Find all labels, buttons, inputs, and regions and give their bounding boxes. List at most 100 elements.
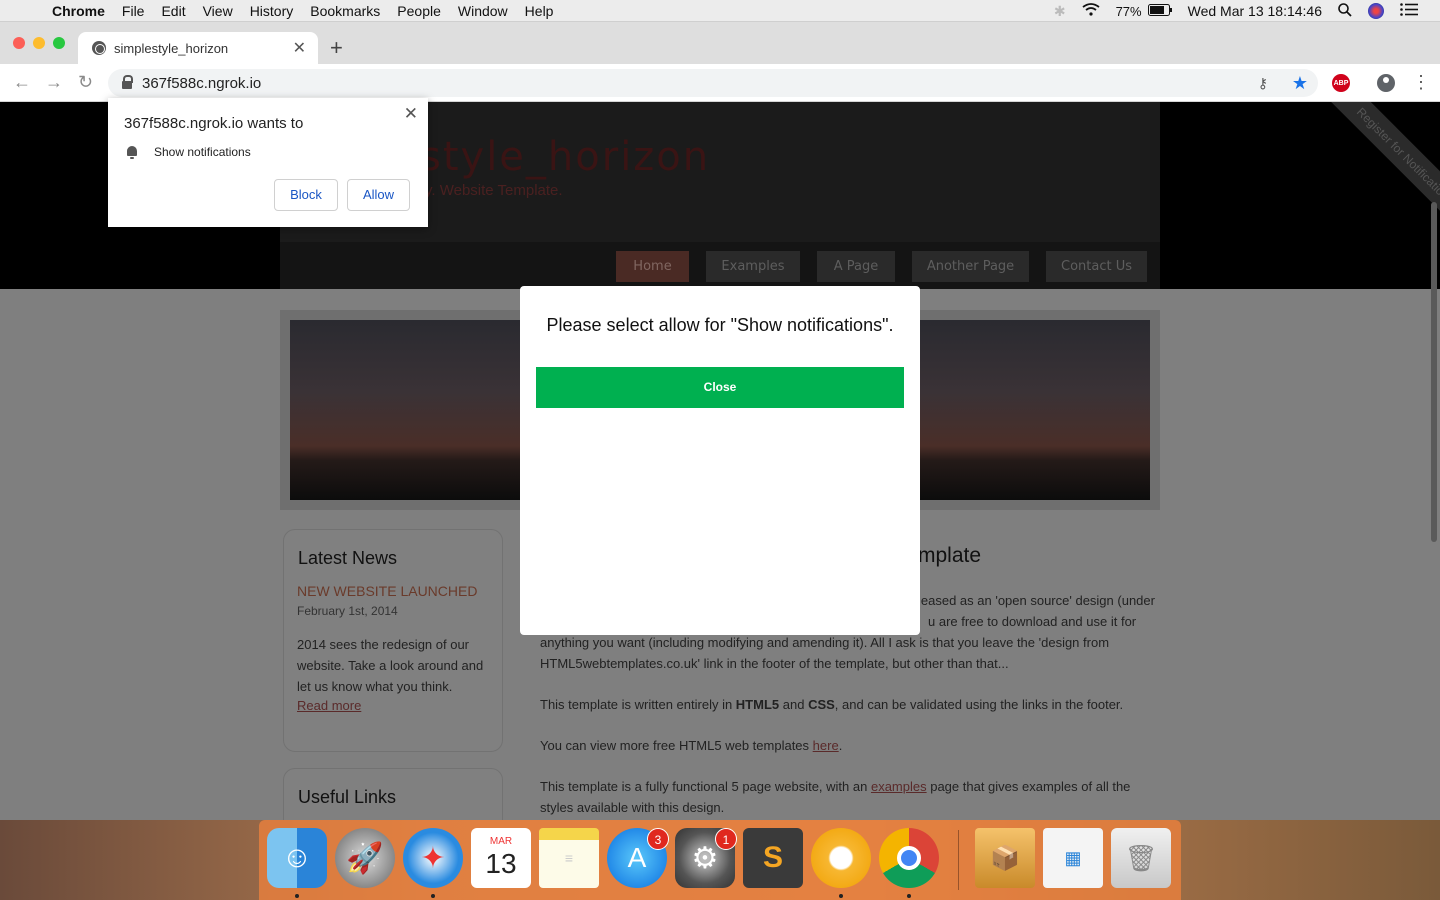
permission-label: Show notifications [154, 145, 251, 159]
back-arrow-icon[interactable]: ← [13, 72, 31, 93]
tab-title: simplestyle_horizon [114, 40, 229, 56]
address-bar[interactable]: 367f588c.ngrok.io ⚷ ★ [108, 69, 1318, 97]
finder-running-dot [295, 894, 299, 898]
news-date: February 1st, 2014 [297, 604, 398, 618]
window-zoom-button[interactable] [53, 37, 65, 49]
tab-close-icon[interactable]: ✕ [293, 38, 306, 58]
sublime-text-icon[interactable]: S [743, 828, 803, 888]
window-minimize-button[interactable] [33, 37, 45, 49]
paragraph-4: This template is a fully functional 5 pa… [540, 776, 1160, 818]
paragraph-3-pre: You can view more free HTML5 web templat… [540, 738, 813, 753]
chrome-canary-icon[interactable] [811, 828, 871, 888]
installer-package-icon[interactable]: 📦 [975, 828, 1035, 888]
new-tab-button[interactable]: + [330, 35, 343, 61]
spotlight-search-icon[interactable] [1338, 2, 1352, 20]
window-close-button[interactable] [13, 37, 25, 49]
chrome-icon-center [897, 846, 921, 870]
site-slogan: ry. Website Template. [420, 182, 563, 199]
notification-prompt-modal: Please select allow for "Show notificati… [520, 286, 920, 635]
forward-arrow-icon[interactable]: → [45, 72, 63, 93]
nav-another-page[interactable]: Another Page [912, 251, 1029, 282]
examples-link[interactable]: examples [871, 779, 927, 794]
paragraph-1-line-1: leased as an 'open source' design (under [918, 593, 1155, 608]
permission-close-icon[interactable]: ✕ [404, 104, 418, 124]
key-icon[interactable]: ⚷ [1258, 75, 1268, 92]
menu-window[interactable]: Window [458, 3, 508, 19]
nav-contact-us[interactable]: Contact Us [1046, 251, 1147, 282]
block-button[interactable]: Block [274, 179, 338, 211]
menu-view[interactable]: View [203, 3, 233, 19]
site-title: style_horizon [420, 134, 711, 180]
news-headline: NEW WEBSITE LAUNCHED [297, 583, 478, 599]
bookmark-star-icon[interactable]: ★ [1292, 73, 1308, 94]
chrome-canary-running-dot [839, 894, 843, 898]
html5-text: HTML5 [735, 697, 780, 712]
css-text: CSS [808, 697, 835, 712]
useful-links-title: Useful Links [298, 787, 397, 807]
paragraph-2-mid: and [779, 697, 809, 712]
safari-icon[interactable]: ✦ [403, 828, 463, 888]
dock-separator [958, 830, 959, 890]
menu-history[interactable]: History [250, 3, 294, 19]
menubar-clock[interactable]: Wed Mar 13 18:14:46 [1188, 3, 1322, 19]
templates-here-link[interactable]: here [813, 738, 839, 753]
lock-icon[interactable] [122, 75, 133, 89]
paragraph-3: You can view more free HTML5 web templat… [540, 735, 1160, 756]
wifi-icon[interactable] [1082, 3, 1100, 19]
modal-message: Please select allow for "Show notificati… [546, 315, 894, 335]
menu-file[interactable]: File [122, 3, 145, 19]
app-store-badge: 3 [647, 828, 669, 850]
nav-home[interactable]: Home [616, 251, 689, 282]
menu-help[interactable]: Help [525, 3, 554, 19]
adblock-plus-icon[interactable]: ABP [1332, 74, 1350, 92]
reload-icon[interactable]: ↻ [78, 72, 93, 93]
paragraph-2: This template is written entirely in HTM… [540, 694, 1160, 715]
news-read-more-link[interactable]: Read more [297, 698, 361, 713]
calendar-icon[interactable]: MAR 13 [471, 828, 531, 888]
latest-news-title: Latest News [298, 548, 398, 568]
useful-links-box: Useful Links [283, 768, 503, 820]
chrome-running-dot [907, 894, 911, 898]
globe-favicon-icon [92, 41, 106, 55]
bell-icon [127, 146, 137, 159]
bluetooth-icon[interactable]: ✱ [1054, 3, 1066, 20]
nav-a-page[interactable]: A Page [817, 251, 895, 282]
chrome-icon[interactable] [879, 828, 939, 888]
address-url[interactable]: 367f588c.ngrok.io [142, 75, 261, 92]
notes-icon[interactable]: ≡ [539, 828, 599, 888]
notification-permission-popup: 367f588c.ngrok.io wants to ✕ Show notifi… [108, 98, 428, 227]
allow-button[interactable]: Allow [347, 179, 410, 211]
profile-avatar-icon[interactable] [1377, 74, 1395, 92]
paragraph-2-post: , and can be validated using the links i… [834, 697, 1124, 712]
downloads-stack-icon[interactable]: ▦ [1043, 828, 1103, 888]
menu-edit[interactable]: Edit [161, 3, 185, 19]
battery-percent: 77% [1115, 3, 1142, 19]
siri-icon[interactable] [1368, 3, 1384, 19]
trash-icon[interactable]: 🗑 [1111, 828, 1171, 888]
paragraph-4-pre: This template is a fully functional 5 pa… [540, 779, 871, 794]
browser-tab[interactable]: simplestyle_horizon ✕ [78, 32, 318, 64]
menu-app-chrome[interactable]: Chrome [52, 3, 105, 19]
chrome-menu-icon[interactable]: ⋮ [1412, 72, 1430, 93]
menu-bookmarks[interactable]: Bookmarks [310, 3, 380, 19]
macos-menubar: Chrome File Edit View History Bookmarks … [0, 0, 1440, 22]
paragraph-3-post: . [838, 738, 843, 753]
menubar-status-area: ✱ 77% Wed Mar 13 18:14:46 [1054, 0, 1440, 22]
news-body: 2014 sees the redesign of our website. T… [297, 637, 484, 694]
battery-icon[interactable] [1147, 3, 1172, 19]
safari-running-dot [431, 894, 435, 898]
modal-close-button[interactable]: Close [536, 367, 904, 408]
calendar-day: 13 [485, 848, 517, 879]
permission-title: 367f588c.ngrok.io wants to [124, 115, 304, 132]
page-scrollbar[interactable] [1431, 202, 1437, 542]
nav-examples[interactable]: Examples [706, 251, 800, 282]
launchpad-icon[interactable]: 🚀 [335, 828, 395, 888]
paragraph-1-line-2: u are free to download and use it for [928, 614, 1137, 629]
finder-icon[interactable]: ☺ [267, 828, 327, 888]
menu-people[interactable]: People [397, 3, 441, 19]
notification-center-icon[interactable] [1400, 3, 1418, 19]
main-heading: mplate [918, 544, 982, 567]
paragraph-1-rest: anything you want (including modifying a… [540, 635, 1110, 671]
paragraph-2-pre: This template is written entirely in [540, 697, 736, 712]
calendar-month: MAR [489, 836, 513, 847]
